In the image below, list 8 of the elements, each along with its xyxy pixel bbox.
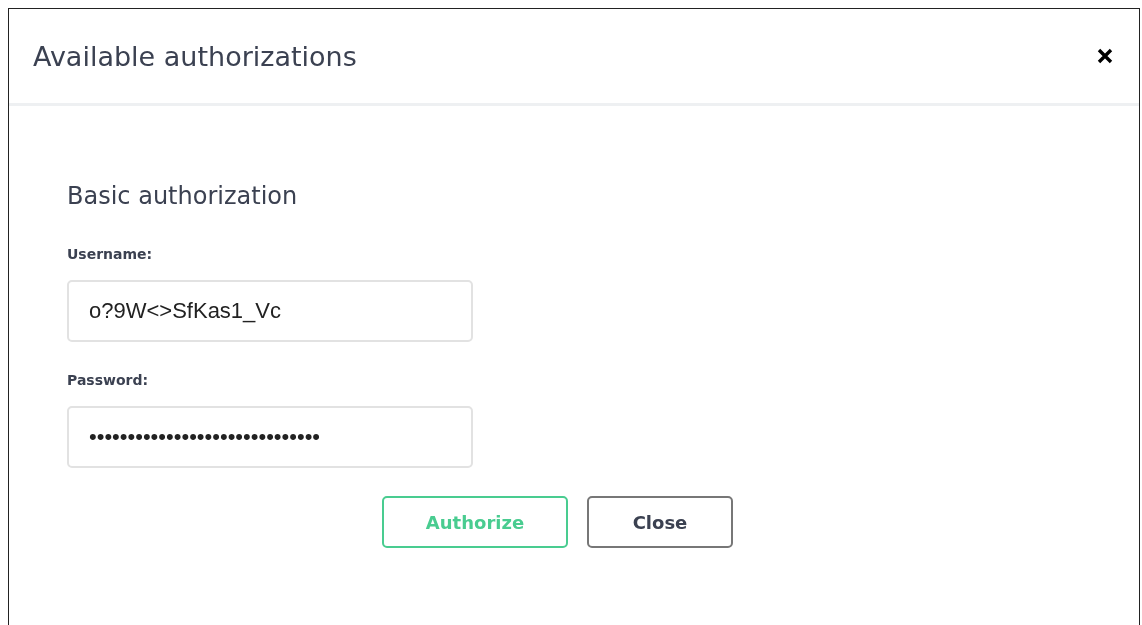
- field-label: Password:: [67, 372, 150, 390]
- input-field[interactable]: ••••••••••••••••••••••••••••••: [67, 406, 473, 468]
- close-dialog-button[interactable]: Close: [587, 496, 733, 548]
- field-label: Username:: [67, 246, 154, 264]
- input-field[interactable]: o?9W<>SfKas1_Vc: [67, 280, 473, 342]
- section-title: Basic authorization: [67, 182, 299, 212]
- dialog-title: Available authorizations: [33, 40, 357, 72]
- close-icon: [1097, 48, 1113, 64]
